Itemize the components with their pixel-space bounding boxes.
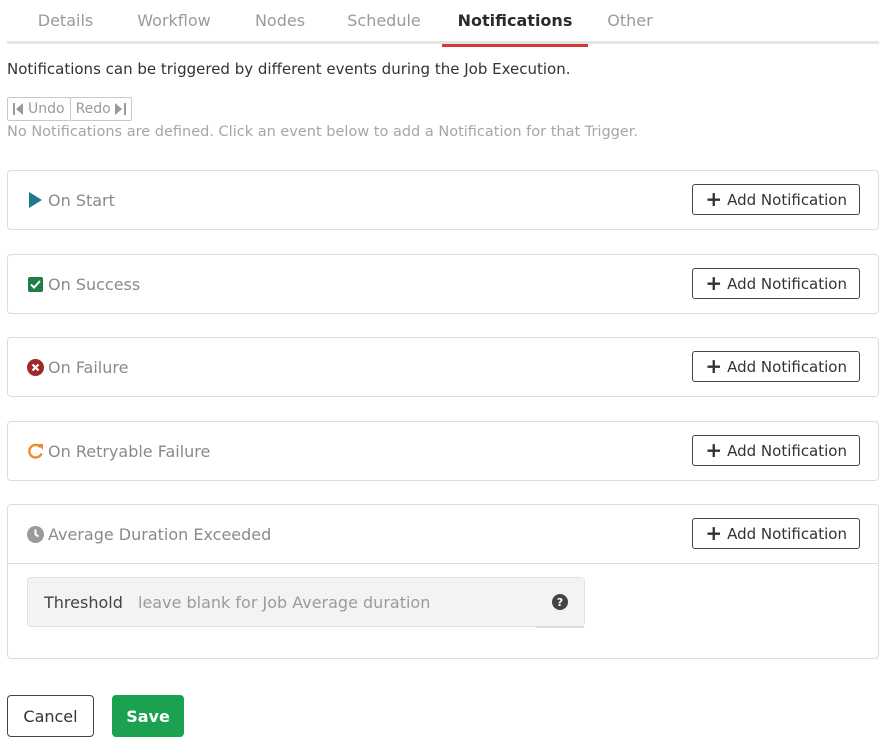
help-icon[interactable]: ? (536, 578, 584, 626)
event-panel-on-failure: On Failure + Add Notification (7, 337, 879, 397)
event-header[interactable]: On Retryable Failure + Add Notification (8, 422, 878, 480)
add-notification-button-on-retryable-failure[interactable]: + Add Notification (692, 435, 860, 466)
redo-button[interactable]: Redo (69, 97, 132, 121)
step-backward-icon (13, 103, 24, 115)
tab-workflow[interactable]: Workflow (124, 0, 224, 44)
redo-icon (26, 442, 44, 460)
play-icon (26, 191, 44, 209)
tab-other[interactable]: Other (588, 0, 672, 44)
add-notification-button-on-failure[interactable]: + Add Notification (692, 351, 860, 382)
svg-text:?: ? (557, 596, 563, 609)
intro-text: Notifications can be triggered by differ… (7, 60, 571, 78)
times-circle-icon (26, 358, 44, 376)
tab-details[interactable]: Details (7, 0, 124, 44)
add-notification-label: Add Notification (727, 357, 847, 376)
event-label: On Retryable Failure (48, 441, 211, 461)
plus-icon: + (705, 520, 723, 545)
event-panel-average-duration-exceeded: Average Duration Exceeded + Add Notifica… (7, 504, 879, 659)
undo-button[interactable]: Undo (7, 97, 71, 121)
cancel-button[interactable]: Cancel (7, 695, 94, 737)
event-header[interactable]: On Success + Add Notification (8, 255, 878, 313)
event-panel-on-retryable-failure: On Retryable Failure + Add Notification (7, 421, 879, 481)
add-notification-label: Add Notification (727, 274, 847, 293)
event-label: On Start (48, 190, 115, 210)
event-header[interactable]: Average Duration Exceeded + Add Notifica… (8, 505, 878, 563)
undo-redo-group: Undo Redo (7, 97, 132, 121)
event-label: Average Duration Exceeded (48, 524, 272, 544)
average-duration-settings: Threshold ? (8, 563, 878, 658)
event-label: On Failure (48, 357, 129, 377)
add-notification-button-on-success[interactable]: + Add Notification (692, 268, 860, 299)
tab-bar: Details Workflow Nodes Schedule Notifica… (7, 0, 879, 47)
tab-notifications[interactable]: Notifications (442, 0, 588, 47)
event-header[interactable]: On Failure + Add Notification (8, 338, 878, 396)
tab-schedule[interactable]: Schedule (326, 0, 442, 44)
step-forward-icon (114, 103, 126, 115)
add-notification-label: Add Notification (727, 190, 847, 209)
empty-notifications-message: No Notifications are defined. Click an e… (7, 124, 639, 140)
check-square-icon (26, 275, 44, 293)
threshold-input[interactable] (136, 578, 536, 626)
threshold-label: Threshold (44, 592, 123, 612)
tab-nodes[interactable]: Nodes (224, 0, 336, 44)
redo-label: Redo (75, 101, 111, 117)
save-button[interactable]: Save (112, 695, 184, 737)
event-label: On Success (48, 274, 141, 294)
undo-label: Undo (28, 101, 65, 117)
add-notification-label: Add Notification (727, 441, 847, 460)
event-panel-on-success: On Success + Add Notification (7, 254, 879, 314)
plus-icon: + (705, 186, 723, 211)
event-header[interactable]: On Start + Add Notification (8, 171, 878, 229)
event-panel-on-start: On Start + Add Notification (7, 170, 879, 230)
plus-icon: + (705, 353, 723, 378)
threshold-input-group: Threshold ? (27, 577, 585, 627)
plus-icon: + (705, 270, 723, 295)
clock-icon (26, 525, 44, 543)
add-notification-button-average-duration[interactable]: + Add Notification (692, 518, 860, 549)
plus-icon: + (705, 437, 723, 462)
add-notification-button-on-start[interactable]: + Add Notification (692, 184, 860, 215)
add-notification-label: Add Notification (727, 524, 847, 543)
